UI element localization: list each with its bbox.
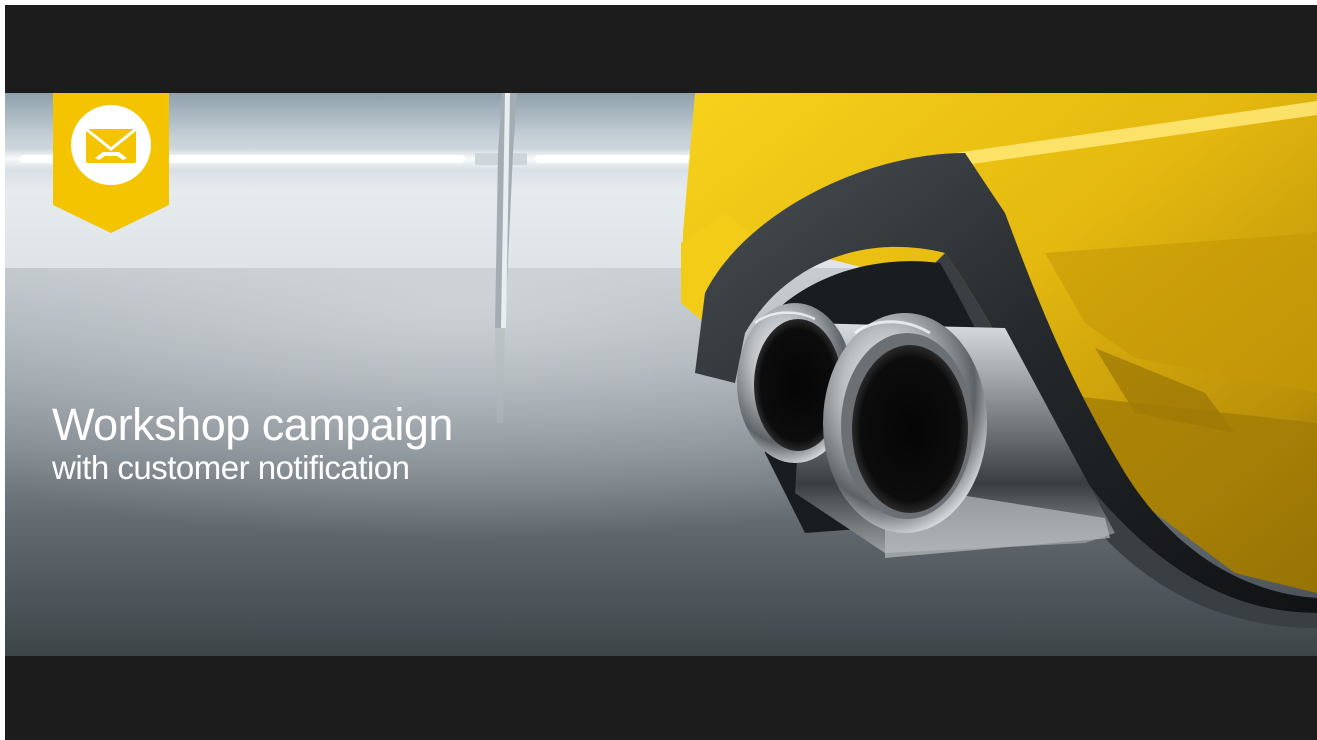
campaign-banner: Workshop campaign with customer notifica… (5, 93, 1317, 656)
slide-frame: Workshop campaign with customer notifica… (5, 5, 1317, 740)
campaign-badge (53, 93, 169, 233)
banner-headline: Workshop campaign with customer notifica… (52, 400, 453, 486)
envelope-wrench-icon (71, 105, 151, 185)
campaign-title: Workshop campaign (52, 399, 453, 450)
exhaust-illustration (5, 93, 1317, 656)
campaign-subtitle: with customer notification (52, 449, 410, 486)
